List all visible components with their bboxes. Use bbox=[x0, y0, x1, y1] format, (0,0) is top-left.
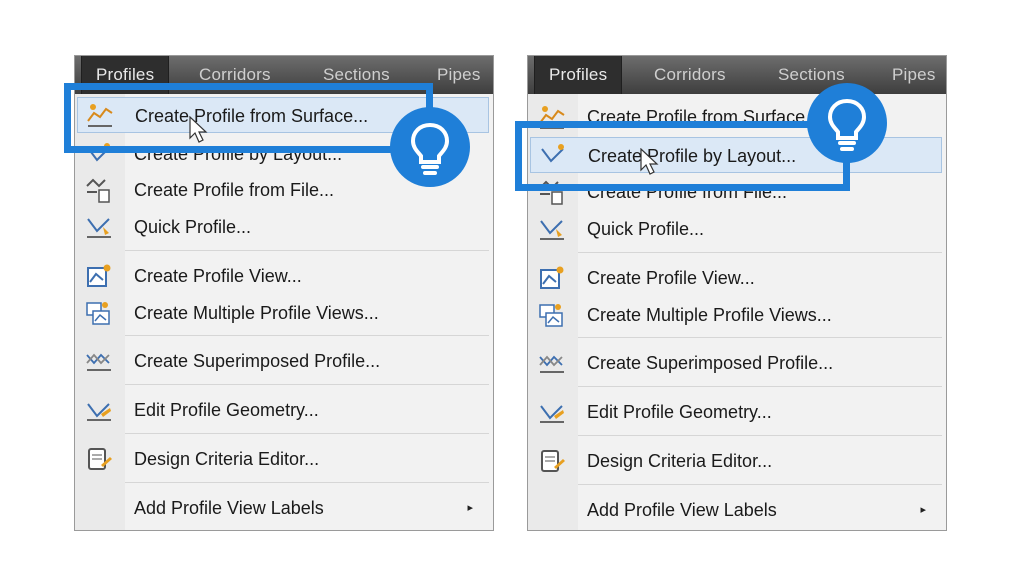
menu-item-label: Create Profile from File... bbox=[134, 180, 335, 200]
menu-item-label: Create Superimposed Profile... bbox=[587, 353, 834, 373]
menu-item-create-profile-view[interactable]: Create Profile View... bbox=[77, 258, 489, 294]
lightbulb-tip-icon bbox=[390, 107, 470, 187]
menu-item-quick-profile[interactable]: Quick Profile... bbox=[77, 209, 489, 245]
menu-item-create-multiple-profile-views[interactable]: Create Multiple Profile Views... bbox=[77, 295, 489, 331]
menu-separator bbox=[125, 250, 489, 251]
menu-item-label: Create Multiple Profile Views... bbox=[587, 305, 832, 325]
tab-profiles[interactable]: Profiles bbox=[534, 56, 623, 94]
menu-separator bbox=[578, 484, 942, 485]
menu-item-label: Create Profile View... bbox=[587, 268, 755, 288]
menu-item-add-profile-view-labels[interactable]: Add Profile View Labels ▸ bbox=[530, 492, 942, 528]
tab-pipes[interactable]: Pipes bbox=[892, 56, 936, 94]
tab-pipes[interactable]: Pipes bbox=[437, 56, 481, 94]
menu-item-label: Create Superimposed Profile... bbox=[134, 351, 381, 371]
menu-item-quick-profile[interactable]: Quick Profile... bbox=[530, 211, 942, 247]
lightbulb-tip-icon bbox=[807, 83, 887, 163]
submenu-arrow-icon: ▸ bbox=[467, 502, 473, 514]
quick-profile-icon bbox=[540, 220, 564, 240]
menu-item-label: Create Multiple Profile Views... bbox=[134, 303, 379, 323]
profile-view-icon bbox=[87, 264, 111, 287]
menu-item-edit-profile-geometry[interactable]: Edit Profile Geometry... bbox=[530, 394, 942, 430]
menu-item-label: Add Profile View Labels bbox=[134, 498, 324, 518]
menu-item-label: Edit Profile Geometry... bbox=[134, 400, 319, 420]
profile-from-file-icon bbox=[86, 178, 110, 203]
edit-profile-geometry-icon bbox=[540, 405, 564, 423]
multiple-profile-views-icon bbox=[539, 304, 563, 327]
menu-item-design-criteria-editor[interactable]: Design Criteria Editor... bbox=[530, 443, 942, 479]
multiple-profile-views-icon bbox=[86, 302, 110, 325]
menu-item-label: Quick Profile... bbox=[134, 217, 252, 237]
design-criteria-editor-icon bbox=[541, 450, 565, 472]
menu-item-label: Add Profile View Labels bbox=[587, 500, 777, 520]
tab-corridors[interactable]: Corridors bbox=[654, 56, 726, 94]
menu-item-label: Create Profile View... bbox=[134, 266, 302, 286]
menu-item-design-criteria-editor[interactable]: Design Criteria Editor... bbox=[77, 441, 489, 477]
menu-separator bbox=[578, 337, 942, 338]
superimposed-profile-icon bbox=[86, 353, 111, 371]
highlight-callout-box bbox=[64, 83, 433, 153]
menu-item-label: Edit Profile Geometry... bbox=[587, 402, 772, 422]
edit-profile-geometry-icon bbox=[87, 403, 111, 421]
submenu-arrow-icon: ▸ bbox=[920, 504, 926, 516]
menu-item-label: Design Criteria Editor... bbox=[587, 451, 773, 471]
mouse-cursor-icon bbox=[189, 116, 208, 143]
superimposed-profile-icon bbox=[539, 355, 564, 373]
menu-separator bbox=[125, 482, 489, 483]
menu-item-add-profile-view-labels[interactable]: Add Profile View Labels ▸ bbox=[77, 490, 489, 526]
menu-item-create-multiple-profile-views[interactable]: Create Multiple Profile Views... bbox=[530, 297, 942, 333]
menu-separator bbox=[125, 335, 489, 336]
design-criteria-editor-icon bbox=[88, 448, 112, 470]
menu-item-create-superimposed-profile[interactable]: Create Superimposed Profile... bbox=[77, 343, 489, 379]
menu-item-label: Design Criteria Editor... bbox=[134, 449, 320, 469]
menu-separator bbox=[125, 433, 489, 434]
menu-item-label: Quick Profile... bbox=[587, 219, 705, 239]
profile-view-icon bbox=[540, 266, 564, 289]
menu-separator bbox=[578, 435, 942, 436]
highlight-callout-box bbox=[515, 121, 850, 191]
mouse-cursor-icon bbox=[640, 148, 659, 175]
menu-separator bbox=[578, 386, 942, 387]
quick-profile-icon bbox=[87, 218, 111, 238]
menu-item-create-superimposed-profile[interactable]: Create Superimposed Profile... bbox=[530, 345, 942, 381]
menu-separator bbox=[125, 384, 489, 385]
menu-item-create-profile-view[interactable]: Create Profile View... bbox=[530, 260, 942, 296]
menu-separator bbox=[578, 252, 942, 253]
menu-item-edit-profile-geometry[interactable]: Edit Profile Geometry... bbox=[77, 392, 489, 428]
